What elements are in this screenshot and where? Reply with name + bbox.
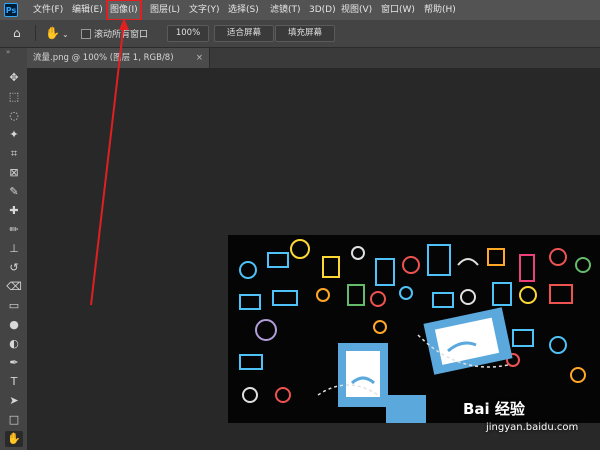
gradient-tool[interactable]: ▭ (5, 298, 23, 314)
frame-tool[interactable]: ⊠ (5, 165, 23, 181)
eraser-tool[interactable]: ⌫ (5, 279, 23, 295)
lasso-tool[interactable]: ◌ (5, 108, 23, 124)
document-tab[interactable]: 流量.png @ 100% (图层 1, RGB/8) × (27, 48, 210, 68)
menu-file[interactable]: 文件(F) (33, 0, 63, 20)
history-brush-tool[interactable]: ↺ (5, 260, 23, 276)
blur-tool[interactable]: ● (5, 317, 23, 333)
menu-window[interactable]: 窗口(W) (381, 0, 415, 20)
menu-layer[interactable]: 图层(L) (150, 0, 180, 20)
menu-select[interactable]: 选择(S) (228, 0, 259, 20)
baidu-jingyan-watermark: Bai 经验 (463, 400, 525, 418)
tools-panel: » ✥ ⬚ ◌ ✦ ⌗ ⊠ ✎ ✚ ✏ ⊥ ↺ ⌫ ▭ ● ◐ ✒ T ➤ □ ✋ (0, 48, 27, 450)
collapse-icon[interactable]: » (6, 48, 10, 56)
fit-screen-button[interactable]: 适合屏幕 (214, 25, 274, 42)
healing-brush-tool[interactable]: ✚ (5, 203, 23, 219)
fill-screen-button[interactable]: 填充屏幕 (275, 25, 335, 42)
options-bar: ⌂ ✋ ⌄ 滚动所有窗口 100% 适合屏幕 填充屏幕 (0, 20, 600, 48)
dodge-tool[interactable]: ◐ (5, 336, 23, 352)
document-image[interactable] (228, 235, 600, 423)
crop-tool[interactable]: ⌗ (5, 146, 23, 162)
menu-filter[interactable]: 滤镜(T) (270, 0, 301, 20)
hand-tool[interactable]: ✋ (5, 431, 23, 447)
watermark-url: jingyan.baidu.com (486, 422, 579, 433)
marquee-tool[interactable]: ⬚ (5, 89, 23, 105)
scroll-all-windows-checkbox[interactable] (81, 29, 91, 39)
document-tab-strip: 流量.png @ 100% (图层 1, RGB/8) × (27, 48, 600, 68)
scroll-all-windows-label: 滚动所有窗口 (94, 30, 149, 40)
clone-stamp-tool[interactable]: ⊥ (5, 241, 23, 257)
path-selection-tool[interactable]: ➤ (5, 393, 23, 409)
menu-type[interactable]: 文字(Y) (189, 0, 220, 20)
menu-image[interactable]: 图像(I) (106, 0, 142, 21)
move-tool[interactable]: ✥ (5, 70, 23, 86)
technology-icons-illustration (239, 239, 591, 423)
magic-wand-tool[interactable]: ✦ (5, 127, 23, 143)
brush-tool[interactable]: ✏ (5, 222, 23, 238)
rectangle-tool[interactable]: □ (5, 412, 23, 428)
document-tab-title: 流量.png @ 100% (图层 1, RGB/8) (33, 53, 174, 63)
home-icon[interactable]: ⌂ (13, 25, 21, 41)
menu-view[interactable]: 视图(V) (341, 0, 372, 20)
hand-icon[interactable]: ✋ (45, 25, 60, 41)
type-tool[interactable]: T (5, 374, 23, 390)
menu-help[interactable]: 帮助(H) (424, 0, 456, 20)
options-separator (35, 25, 36, 41)
photoshop-logo[interactable]: Ps (4, 3, 18, 17)
zoom-100-button[interactable]: 100% (167, 25, 209, 42)
pen-tool[interactable]: ✒ (5, 355, 23, 371)
menu-3d[interactable]: 3D(D) (309, 0, 336, 20)
menu-bar: Ps 文件(F) 编辑(E) 图像(I) 图层(L) 文字(Y) 选择(S) 滤… (0, 0, 600, 21)
chevron-down-icon[interactable]: ⌄ (62, 27, 69, 43)
close-icon[interactable]: × (196, 48, 203, 68)
eyedropper-tool[interactable]: ✎ (5, 184, 23, 200)
menu-edit[interactable]: 编辑(E) (72, 0, 103, 20)
